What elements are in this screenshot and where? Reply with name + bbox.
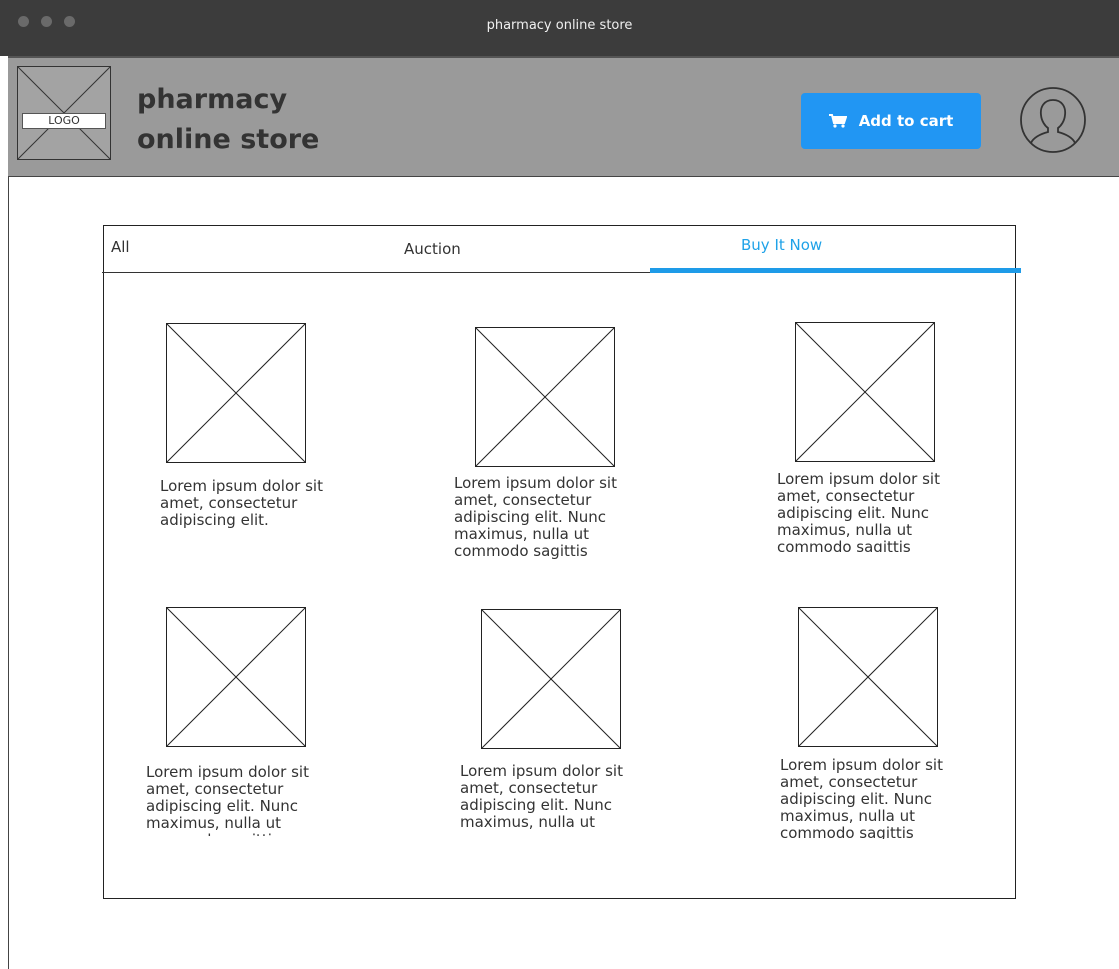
add-to-cart-label: Add to cart [858,112,954,130]
window-titlebar: pharmacy online store [0,0,1119,56]
product-description: Lorem ipsum dolor sit amet, consectetur … [777,471,940,552]
product-image[interactable] [795,322,935,462]
logo-label: LOGO [22,113,106,129]
site-header: LOGO pharmacy online store Add to cart [8,56,1119,177]
tab-auction[interactable]: Auction [404,240,461,258]
brand-line-2: online store [137,124,320,155]
product-description: Lorem ipsum dolor sit amet, consectetur … [460,763,623,831]
product-image[interactable] [166,607,306,747]
image-placeholder-icon [799,608,937,746]
product-image[interactable] [166,323,306,463]
add-to-cart-button[interactable]: Add to cart [801,93,981,149]
tab-all[interactable]: All [111,238,130,256]
image-placeholder-icon [167,324,305,462]
product-description: Lorem ipsum dolor sit amet, consectetur … [454,475,617,560]
image-placeholder-icon [167,608,305,746]
image-placeholder-icon [476,328,614,466]
brand-line-1: pharmacy [137,84,288,115]
logo-placeholder[interactable]: LOGO [17,66,111,160]
product-image[interactable] [481,609,621,749]
product-description: Lorem ipsum dolor sit amet, consectetur … [160,478,323,529]
image-placeholder-icon [482,610,620,748]
cart-icon [828,114,847,128]
image-placeholder-icon [796,323,934,461]
user-avatar-icon[interactable] [1019,86,1087,154]
product-description: Lorem ipsum dolor sit amet, consectetur … [146,764,309,836]
product-image[interactable] [475,327,615,467]
product-image[interactable] [798,607,938,747]
window-left-border [8,56,9,969]
brand-name: pharmacy online store [137,80,319,160]
window-title: pharmacy online store [486,18,633,33]
products-panel: All Auction Buy It Now Lorem ipsum dolor… [102,225,1021,899]
active-tab-indicator [650,268,1021,273]
tab-bar: All Auction Buy It Now [102,226,1021,273]
product-description: Lorem ipsum dolor sit amet, consectetur … [780,757,943,839]
tab-buy-it-now[interactable]: Buy It Now [741,236,822,254]
